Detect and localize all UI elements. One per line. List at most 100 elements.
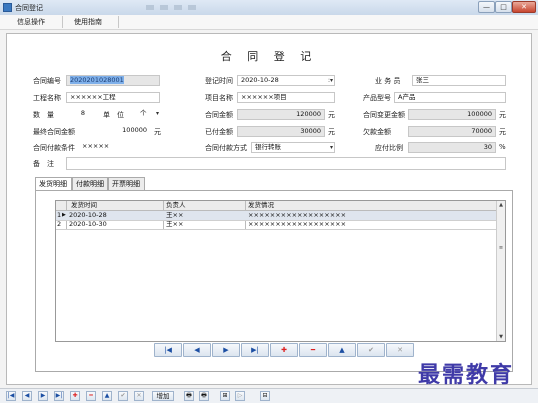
- menu-separator: [62, 16, 63, 28]
- row-owner[interactable]: 王××: [166, 220, 183, 228]
- quantity-field[interactable]: 8: [66, 109, 100, 120]
- post-record-button[interactable]: ✔: [357, 343, 385, 357]
- delete-record-button[interactable]: ━: [299, 343, 327, 357]
- exit-button[interactable]: ⊟: [260, 391, 270, 401]
- status-first-button[interactable]: |◀: [6, 391, 16, 401]
- remarks-label: 备 注: [33, 160, 54, 168]
- remarks-field[interactable]: [66, 157, 506, 170]
- quantity-label: 数 量: [33, 111, 54, 119]
- print-button[interactable]: 🖶: [184, 391, 194, 401]
- exit-icon: ⊟: [262, 392, 268, 399]
- export-button[interactable]: ⊞: [220, 391, 230, 401]
- final-amount-field[interactable]: 100000: [84, 126, 150, 137]
- row-status[interactable]: ××××××××××××××××××: [248, 220, 346, 228]
- final-amount-label: 最终合同金额: [33, 128, 75, 136]
- contract-amount-unit: 元: [328, 111, 335, 119]
- payment-method-select[interactable]: 银行转账 ▾: [251, 142, 335, 153]
- edit-record-button[interactable]: ▲: [328, 343, 356, 357]
- form-heading: 合 同 登 记: [220, 50, 318, 63]
- minimize-button[interactable]: —: [478, 1, 495, 13]
- row-owner[interactable]: 王××: [166, 211, 183, 219]
- row-time[interactable]: 2020-10-28: [69, 211, 107, 219]
- close-button[interactable]: ✕: [512, 1, 536, 13]
- column-header-status: 发货情况: [248, 201, 274, 209]
- owed-amount-field[interactable]: 70000: [408, 126, 496, 137]
- contract-no-field[interactable]: 2020201028001: [66, 75, 160, 86]
- row-status[interactable]: ××××××××××××××××××: [248, 211, 346, 219]
- play-icon: ▷: [237, 392, 243, 399]
- cancel-record-button[interactable]: ✕: [386, 343, 414, 357]
- tab-payment-details[interactable]: 付款明细: [72, 177, 108, 190]
- chevron-down-icon[interactable]: ▾: [156, 109, 159, 118]
- project-name-left-field[interactable]: ××××××工程: [66, 92, 160, 103]
- scroll-up-icon[interactable]: ▲: [497, 202, 505, 208]
- status-delete-button[interactable]: ━: [86, 391, 96, 401]
- cross-icon: ✕: [136, 392, 142, 399]
- project-name-value: ××××××项目: [241, 93, 287, 101]
- first-record-button[interactable]: |◀: [154, 343, 182, 357]
- table-scrollbar[interactable]: ▲ ≡ ▼: [496, 201, 505, 341]
- prev-icon: ◀: [194, 346, 200, 354]
- row-pointer-icon: ▶: [62, 212, 66, 218]
- check-icon: ✔: [368, 346, 374, 354]
- print-preview-button[interactable]: 🖶: [199, 391, 209, 401]
- last-icon: ▶|: [55, 392, 63, 399]
- last-icon: ▶|: [251, 346, 259, 354]
- paid-amount-field[interactable]: 30000: [237, 126, 325, 137]
- up-triangle-icon: ▲: [104, 392, 110, 399]
- project-name-left-label: 工程名称: [33, 94, 61, 102]
- status-add-text-button[interactable]: 增加: [152, 391, 174, 401]
- column-header-owner: 负责人: [166, 201, 186, 209]
- status-edit-button[interactable]: ▲: [102, 391, 112, 401]
- status-add-button[interactable]: ✚: [70, 391, 80, 401]
- paid-amount-label: 已付金额: [205, 128, 233, 136]
- clerk-label: 业 务 员: [375, 77, 401, 85]
- prev-record-button[interactable]: ◀: [183, 343, 211, 357]
- contract-amount-field[interactable]: 120000: [237, 109, 325, 120]
- menu-info-operations[interactable]: 信息操作: [17, 17, 45, 27]
- status-prev-button[interactable]: ◀: [22, 391, 32, 401]
- minimize-icon: —: [483, 3, 490, 11]
- play-button[interactable]: ▷: [235, 391, 245, 401]
- contract-no-value: 2020201028001: [70, 76, 124, 84]
- status-next-button[interactable]: ▶: [38, 391, 48, 401]
- add-record-button[interactable]: ✚: [270, 343, 298, 357]
- project-name-field[interactable]: ××××××项目: [237, 92, 335, 103]
- chevron-down-icon[interactable]: ▾: [330, 143, 333, 152]
- row-time[interactable]: 2020-10-30: [69, 220, 107, 228]
- scroll-grip-icon: ≡: [498, 245, 504, 251]
- project-name-left-value: ××××××工程: [70, 93, 116, 101]
- payable-ratio-field[interactable]: 30: [408, 142, 496, 153]
- plus-icon: ✚: [72, 392, 78, 399]
- next-record-button[interactable]: ▶: [212, 343, 240, 357]
- menu-user-guide[interactable]: 使用指南: [74, 17, 102, 27]
- changed-amount-field[interactable]: 100000: [408, 109, 496, 120]
- tab-shipping-details[interactable]: 发货明细: [35, 177, 72, 191]
- status-cancel-button[interactable]: ✕: [134, 391, 144, 401]
- payment-terms-field[interactable]: ×××××: [79, 142, 160, 153]
- status-last-button[interactable]: ▶|: [54, 391, 64, 401]
- chevron-down-icon[interactable]: :▾: [328, 76, 333, 85]
- unit-select[interactable]: 个 ▾: [137, 109, 160, 120]
- maximize-button[interactable]: □: [495, 1, 512, 13]
- final-amount-unit: 元: [154, 128, 161, 136]
- window-title: 合同登记: [15, 4, 43, 12]
- titlebar-faded-icon: [146, 5, 154, 10]
- cross-icon: ✕: [397, 346, 403, 354]
- first-icon: |◀: [164, 346, 172, 354]
- scroll-down-icon[interactable]: ▼: [497, 334, 505, 340]
- tab-invoice-details[interactable]: 开票明细: [108, 177, 145, 190]
- titlebar-faded-icon: [174, 5, 182, 10]
- product-model-field[interactable]: A产品: [394, 92, 506, 103]
- register-time-picker[interactable]: 2020-10-28 :▾: [237, 75, 335, 86]
- table-row[interactable]: 2 2020-10-30 王×× ××××××××××××××××××: [56, 220, 496, 230]
- project-name-label: 项目名称: [205, 94, 233, 102]
- clerk-field[interactable]: 张三: [412, 75, 506, 86]
- last-record-button[interactable]: ▶|: [241, 343, 269, 357]
- tab-content: 发货时间 负责人 发货情况 1 ▶ 2020-10-28 王×× ×××××××…: [35, 190, 513, 372]
- payable-ratio-value: 30: [483, 143, 492, 151]
- product-model-label: 产品型号: [363, 94, 391, 102]
- contract-amount-value: 120000: [296, 110, 321, 118]
- status-post-button[interactable]: ✔: [118, 391, 128, 401]
- plus-icon: ✚: [281, 346, 287, 354]
